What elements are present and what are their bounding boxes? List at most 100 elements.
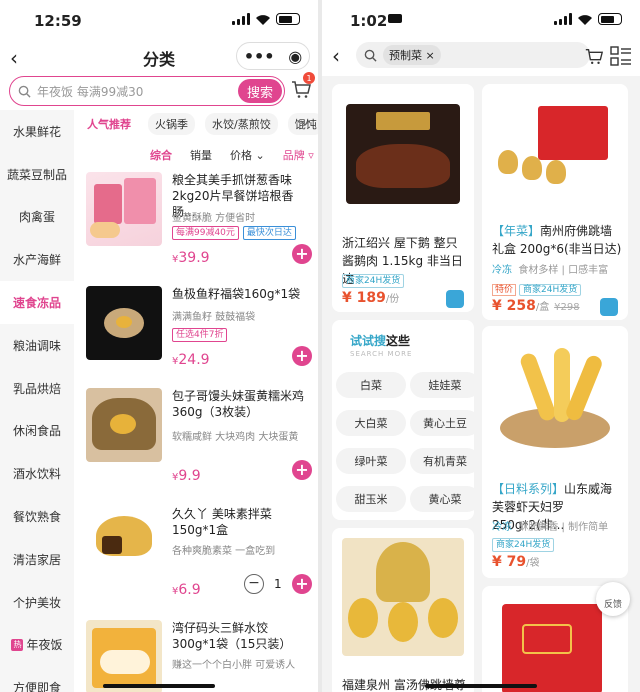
product-price: ¥ 189/份	[342, 290, 400, 306]
add-to-cart-button[interactable]	[600, 298, 618, 316]
add-to-cart-button[interactable]: +	[292, 346, 312, 366]
keyword-chip[interactable]: 甜玉米	[336, 486, 406, 512]
wifi-icon	[578, 15, 592, 25]
keyword-chip[interactable]: 黄心土豆	[410, 410, 474, 436]
sidebar-item[interactable]: 热年夜饭	[0, 624, 74, 667]
miniprogram-capsule[interactable]: ••• ◉	[236, 42, 310, 70]
category-grid-icon[interactable]	[610, 46, 632, 66]
keyword-chip[interactable]: 娃娃菜	[410, 372, 474, 398]
product-image	[498, 106, 612, 196]
category-screen: 12:59 ‹ 分类 ••• ◉ 年夜饭 每满99减30 搜索 1 水果鲜花 蔬菜…	[0, 0, 318, 692]
tag-tabs: 人气推荐 火锅季 水饺/蒸煎饺 馄饨	[80, 112, 318, 136]
keyword-chip[interactable]: 有机青菜	[410, 448, 474, 474]
tag-tab[interactable]: 火锅季	[148, 113, 195, 135]
product-item[interactable]: 湾仔码头三鲜水饺300g*1袋（15只装） 赚这一个个白小胖 可爱诱人	[82, 620, 312, 692]
keyword-chip[interactable]: 绿叶菜	[336, 448, 406, 474]
search-box[interactable]: 年夜饭 每满99减30 搜索	[9, 76, 285, 106]
add-to-cart-button[interactable]: +	[292, 460, 312, 480]
more-icon[interactable]: •••	[244, 47, 275, 66]
signal-icon	[554, 13, 572, 25]
sort-default[interactable]: 综合	[150, 147, 172, 163]
signal-icon	[232, 13, 250, 25]
wifi-icon	[256, 15, 270, 25]
product-image	[346, 104, 460, 204]
promo-tag: 任选4件7折	[172, 328, 228, 342]
keyword-chip[interactable]: 大白菜	[336, 410, 406, 436]
product-title: 鱼极鱼籽福袋160g*1袋	[172, 287, 301, 301]
search-header: ‹ 预制菜 ×	[322, 40, 640, 76]
sort-price[interactable]: 价格 ⌄	[230, 147, 265, 163]
sidebar-item-label: 肉禽蛋	[18, 210, 55, 225]
product-item[interactable]: 包子哥馒头妹蛋黄糯米鸡360g（3枚装） 软糯咸鲜 大块鸡肉 大块蛋黄 ¥9.9…	[82, 388, 312, 486]
search-icon	[364, 49, 377, 62]
product-item[interactable]: 久久丫 美味素拌菜150g*1盒 各种爽脆素菜 一盒吃到 ¥6.9 − 1 +	[82, 506, 312, 604]
add-to-cart-button[interactable]: +	[292, 244, 312, 264]
sidebar-item[interactable]: 蔬菜豆制品	[0, 153, 74, 196]
product-image	[86, 172, 162, 246]
suggestions-heading: 试试搜这些	[350, 334, 411, 348]
product-card[interactable]: 【年菜】南州府佛跳墙礼盒 200g*6(非当日达) 冷冻 食材多样 | 口感丰富…	[482, 84, 628, 320]
increase-quantity-button[interactable]: +	[292, 574, 312, 594]
product-image	[86, 388, 162, 462]
sidebar-item[interactable]: 休闲食品	[0, 410, 74, 453]
battery-icon	[276, 13, 300, 25]
delivery-tag: 最快次日达	[242, 226, 296, 240]
feedback-button[interactable]: 反馈	[596, 582, 630, 616]
product-image	[86, 620, 162, 692]
promo-row: 特价 商家24H发货	[492, 282, 582, 296]
sidebar-item[interactable]: 速食冻品	[0, 281, 74, 324]
battery-icon	[598, 13, 622, 25]
product-item[interactable]: 粮全其美手抓饼葱香味2kg20片早餐饼培根香肠... 金黄酥脆 方便省时 每满9…	[82, 172, 312, 270]
tag-tab[interactable]: 水饺/蒸煎饺	[205, 113, 278, 135]
back-icon[interactable]: ‹	[332, 44, 340, 68]
product-card[interactable]: 【日料系列】山东威海 芙蓉虾天妇罗 250g*2(非... 冷冻 酥脆鲜香 | …	[482, 326, 628, 578]
chevron-down-icon[interactable]	[300, 118, 310, 128]
sort-bar: 综合 销量 价格 ⌄ 品牌 ▿	[150, 147, 318, 163]
keyword-chip[interactable]: 黄心菜	[410, 486, 474, 512]
product-price: ¥24.9	[172, 352, 210, 368]
status-bar: 12:59	[0, 0, 318, 40]
sidebar-item[interactable]: 个护美妆	[0, 581, 74, 624]
sidebar-item[interactable]: 水产海鲜	[0, 238, 74, 281]
sidebar-item-label: 速食冻品	[12, 296, 61, 311]
search-button[interactable]: 搜索	[238, 79, 282, 103]
status-time: 12:59	[34, 12, 82, 30]
tag-tab[interactable]: 人气推荐	[80, 113, 138, 135]
sidebar-item-label: 乳品烘焙	[12, 381, 61, 396]
add-to-cart-button[interactable]	[446, 290, 464, 308]
sidebar-item[interactable]: 清洁家居	[0, 538, 74, 581]
sidebar-item[interactable]: 餐饮熟食	[0, 495, 74, 538]
keyword-chip[interactable]: 白菜	[336, 372, 406, 398]
product-item[interactable]: 鱼极鱼籽福袋160g*1袋 满满鱼籽 鼓鼓福袋 任选4件7折 ¥24.9 +	[82, 286, 312, 384]
decrease-quantity-button[interactable]: −	[244, 574, 264, 594]
cart-icon[interactable]	[584, 46, 604, 66]
sidebar-item[interactable]: 水果鲜花	[0, 110, 74, 153]
home-indicator	[425, 684, 537, 688]
product-price: ¥39.9	[172, 250, 210, 266]
close-target-icon[interactable]: ◉	[288, 47, 302, 66]
sidebar-item[interactable]: 酒水饮料	[0, 452, 74, 495]
sidebar-item[interactable]: 乳品烘焙	[0, 367, 74, 410]
sidebar-item[interactable]: 肉禽蛋	[0, 196, 74, 239]
search-chip[interactable]: 预制菜 ×	[383, 45, 441, 65]
product-title: 包子哥馒头妹蛋黄糯米鸡360g（3枚装）	[172, 389, 305, 419]
product-card[interactable]: 福建泉州 富汤佛跳墙尊享	[332, 528, 474, 692]
shipping-badge: 商家24H发货	[342, 274, 405, 288]
sidebar-item-label: 餐饮熟食	[12, 510, 61, 525]
status-time: 1:02	[350, 12, 388, 30]
product-card[interactable]: 浙江绍兴 屋下鹅 整只酱鹅肉 1.15kg 非当日达 商家24H发货 ¥ 189…	[332, 84, 474, 312]
search-input[interactable]: 年夜饭 每满99减30	[37, 83, 238, 100]
product-image	[496, 346, 614, 452]
sidebar-item-label: 水产海鲜	[12, 253, 61, 268]
sort-sales[interactable]: 销量	[190, 147, 212, 163]
sidebar-item[interactable]: 方便即食	[0, 666, 74, 692]
shipping-badge: 商家24H发货	[492, 538, 555, 552]
nav-bar: ‹ 分类 ••• ◉	[0, 40, 318, 74]
sidebar-item[interactable]: 粮油调味	[0, 324, 74, 367]
product-title: 久久丫 美味素拌菜150g*1盒	[172, 507, 272, 537]
sidebar-item-label: 个护美妆	[12, 595, 61, 610]
search-box[interactable]: 预制菜 ×	[356, 42, 590, 68]
filter-brand[interactable]: 品牌 ▿	[283, 147, 314, 163]
home-indicator	[103, 684, 215, 688]
sidebar-item-label: 蔬菜豆制品	[6, 167, 67, 182]
